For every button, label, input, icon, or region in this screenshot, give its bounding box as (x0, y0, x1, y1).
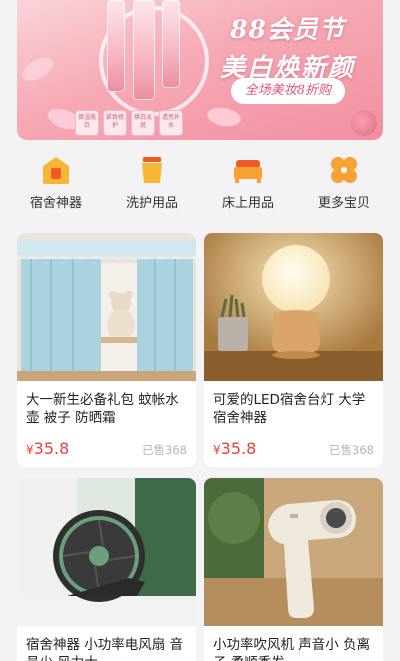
house-icon (43, 157, 69, 184)
price-value: 35.8 (33, 439, 70, 458)
clover-icon (331, 157, 357, 183)
cosmetic-box: 紧致修护 (103, 110, 127, 136)
cosmetic-box: 焕白淡斑 (131, 110, 155, 136)
product-card[interactable]: 可爱的LED宿舍台灯 大学宿舍神器 ¥35.8 已售368 (204, 233, 383, 467)
product-title: 可爱的LED宿舍台灯 大学宿舍神器 (213, 392, 366, 426)
category-item-bedding[interactable]: 床上用品 (205, 155, 291, 215)
desk-lamp-photo (204, 233, 383, 381)
product-sold-count: 已售368 (142, 443, 187, 457)
product-title: 大一新生必备礼包 蚊帐水壶 被子 防晒霜 (26, 392, 179, 426)
petal-decoration (205, 105, 243, 129)
category-item-dorm[interactable]: 宿舍神器 (13, 155, 99, 215)
petal-decoration (18, 52, 58, 86)
product-price: ¥35.8 (26, 439, 69, 458)
product-sold-count: 已售368 (329, 443, 374, 457)
product-card[interactable]: 宿舍神器 小功率电风扇 音员少 风力大 (17, 478, 196, 661)
cosmetic-bottle (107, 0, 125, 92)
category-label: 床上用品 (221, 196, 274, 211)
category-item-more[interactable]: 更多宝贝 (301, 155, 387, 215)
bed-icon (234, 160, 262, 183)
banner-headline: 88会员节 美白焕新颜 (220, 10, 355, 84)
product-title: 宿舍神器 小功率电风扇 音员少 风力大 (26, 637, 184, 661)
category-nav: 宿舍神器 洗护用品 床上用品 更多宝贝 (0, 155, 400, 215)
price-currency: ¥ (213, 443, 221, 457)
cosmetic-bottle (162, 0, 180, 88)
price-value: 35.8 (220, 439, 257, 458)
product-meta: ¥35.8 已售368 (17, 439, 196, 458)
product-meta: ¥35.8 已售368 (204, 439, 383, 458)
bed-curtain-photo (17, 233, 196, 381)
product-image (204, 233, 383, 381)
cosmetic-box: 透亮补水 (159, 110, 183, 136)
product-image (17, 478, 196, 626)
category-item-toiletries[interactable]: 洗护用品 (109, 155, 195, 215)
promo-banner[interactable]: 保湿美白 紧致修护 焕白淡斑 透亮补水 88会员节 美白焕新颜 全场美妆8折购 (17, 0, 383, 140)
rose-decoration (351, 110, 377, 136)
hair-dryer-photo (204, 478, 383, 626)
product-price: ¥35.8 (213, 439, 256, 458)
price-currency: ¥ (26, 443, 34, 457)
category-label: 更多宝贝 (317, 196, 370, 211)
product-card[interactable]: 小功率吹风机 声音小 负离子 柔顺秀发 (204, 478, 383, 661)
category-label: 宿舍神器 (29, 196, 82, 211)
cup-icon (142, 157, 162, 183)
product-image (17, 233, 196, 381)
product-title: 小功率吹风机 声音小 负离子 柔顺秀发 (213, 637, 371, 661)
product-card[interactable]: 大一新生必备礼包 蚊帐水壶 被子 防晒霜 ¥35.8 已售368 (17, 233, 196, 467)
product-image (204, 478, 383, 626)
desk-fan-photo (17, 478, 196, 626)
banner-promo-pill: 全场美妆8折购 (230, 78, 345, 104)
banner-headline-line1: 88会员节 (230, 15, 345, 44)
category-label: 洗护用品 (125, 196, 178, 211)
cosmetic-bottle (133, 0, 155, 100)
cosmetic-box: 保湿美白 (75, 110, 99, 136)
